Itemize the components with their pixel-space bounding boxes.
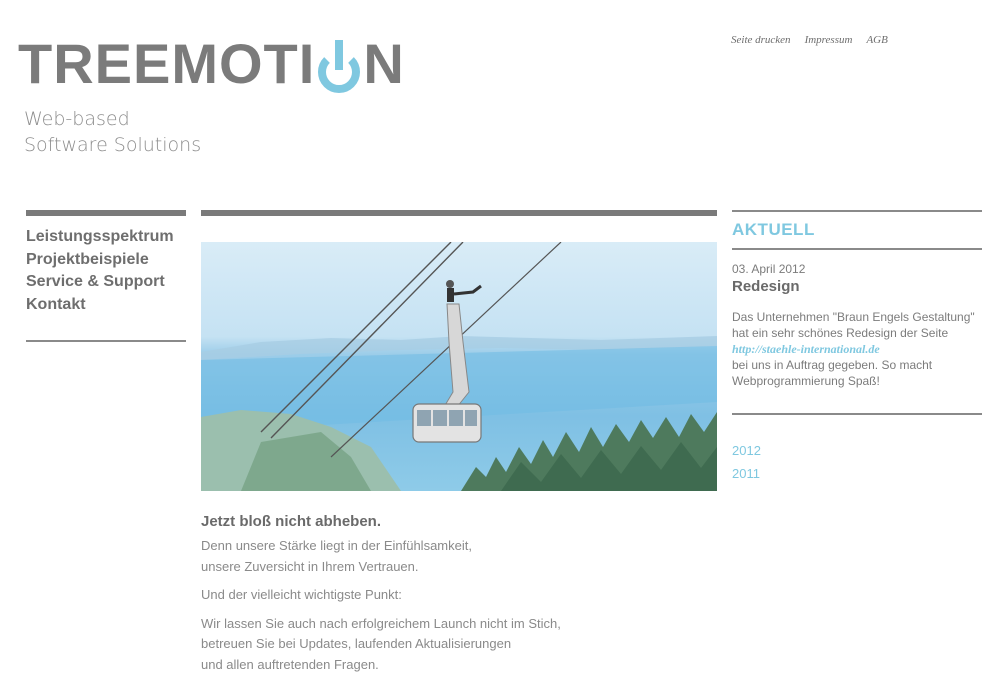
content-heading: Jetzt bloß nicht abheben. (201, 513, 382, 530)
news-link[interactable]: http://staehle-international.de (732, 342, 880, 356)
tagline-line2: Software Solutions (24, 134, 202, 156)
news-bottom-divider (732, 413, 982, 415)
logo-text-left: TREEMOTI (18, 32, 316, 95)
news-date: 03. April 2012 (732, 262, 806, 276)
paragraph-1-line-1: Denn unsere Stärke liegt in der Einfühls… (201, 538, 472, 553)
logo[interactable]: TREEMOTI N (18, 32, 405, 95)
news-top-divider (732, 210, 982, 212)
news-body: Das Unternehmen "Braun Engels Gestaltung… (732, 309, 982, 389)
paragraph-3-line-2: betreuen Sie bei Updates, laufenden Aktu… (201, 636, 512, 651)
news-body-outro: bei uns in Auftrag gegeben. So macht Web… (732, 358, 933, 388)
content-paragraph-2: Und der vielleicht wichtigste Punkt: (201, 587, 402, 602)
news-sidebar: AKTUELL 03. April 2012 Redesign Das Unte… (732, 210, 982, 485)
news-section-title: AKTUELL (732, 220, 815, 239)
power-icon (317, 38, 361, 94)
hero-image-cable-car (201, 242, 717, 491)
agb-link[interactable]: AGB (866, 34, 887, 46)
paragraph-1-line-2: unsere Zuversicht in Ihrem Vertrauen. (201, 558, 419, 574)
tagline: Web-based Software Solutions (24, 106, 201, 158)
main-content: Jetzt bloß nicht abheben. Denn unsere St… (201, 210, 717, 683)
archive-link-2012[interactable]: 2012 (732, 439, 982, 462)
content-top-divider (201, 210, 717, 216)
news-title-divider (732, 248, 982, 250)
nav-item-leistungsspektrum[interactable]: Leistungsspektrum (26, 226, 186, 249)
paragraph-3-line-1: Wir lassen Sie auch nach erfolgreichem L… (201, 615, 561, 631)
archive-link-2011[interactable]: 2011 (732, 462, 982, 485)
tagline-line1: Web-based (24, 108, 130, 130)
paragraph-3-line-3: und allen auftretenden Fragen. (201, 656, 379, 672)
news-archive: 2012 2011 (732, 439, 982, 485)
nav-bottom-divider (26, 340, 186, 342)
main-navigation: Leistungsspektrum Projektbeispiele Servi… (26, 210, 186, 342)
print-link[interactable]: Seite drucken (731, 34, 791, 46)
logo-text-right: N (363, 32, 405, 95)
content-paragraph-3: Wir lassen Sie auch nach erfolgreichem L… (201, 614, 717, 676)
top-links: Seite drucken Impressum AGB (731, 34, 888, 46)
nav-item-kontakt[interactable]: Kontakt (26, 294, 186, 317)
nav-item-projektbeispiele[interactable]: Projektbeispiele (26, 249, 186, 272)
news-body-intro: Das Unternehmen "Braun Engels Gestaltung… (732, 310, 975, 340)
content-paragraph-1: Denn unsere Stärke liegt in der Einfühls… (201, 536, 717, 577)
nav-top-divider (26, 210, 186, 216)
nav-item-service-support[interactable]: Service & Support (26, 271, 186, 294)
news-title: Redesign (732, 278, 800, 295)
impressum-link[interactable]: Impressum (805, 34, 853, 46)
